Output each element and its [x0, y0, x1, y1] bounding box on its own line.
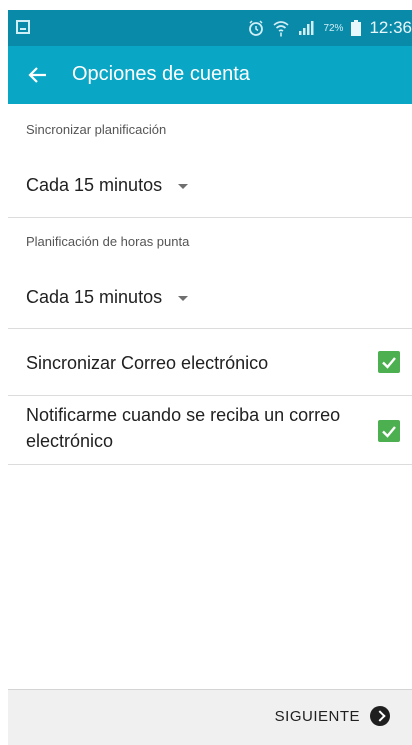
battery-percent: 72%	[323, 22, 344, 34]
sync-email-label: Sincronizar Correo electrónico	[26, 353, 269, 373]
notify-email-label: Notificarme cuando se reciba un correo e…	[26, 405, 341, 451]
page-title: Opciones de cuenta	[72, 63, 250, 85]
sync-schedule-dropdown[interactable]: Cada 15 minutos	[26, 167, 189, 203]
dropdown-arrow-icon	[178, 183, 189, 189]
signal-icon	[299, 21, 314, 35]
checkmark-icon	[382, 426, 396, 438]
divider	[8, 217, 412, 218]
status-icons: 72% 12:36	[247, 10, 412, 46]
status-bar: 72% 12:36	[8, 10, 412, 46]
screenshot-icon	[16, 20, 30, 34]
peak-schedule-dropdown[interactable]: Cada 15 minutos	[26, 279, 189, 315]
wifi-icon	[273, 21, 289, 37]
app-bar: Opciones de cuenta	[8, 46, 412, 104]
status-time: 12:36	[369, 18, 412, 37]
arrow-back-icon[interactable]	[26, 63, 50, 87]
notify-email-row[interactable]: Notificarme cuando se reciba un correo e…	[8, 396, 412, 464]
sync-schedule-label: Sincronizar planificación	[26, 122, 167, 137]
checkmark-icon	[382, 357, 396, 369]
bottom-bar: SIGUIENTE	[8, 689, 412, 745]
screen: 72% 12:36 Opciones de cuenta Sincronizar…	[8, 10, 412, 745]
chevron-right-circle-icon	[370, 706, 390, 726]
alarm-icon	[249, 20, 264, 36]
peak-schedule-value: Cada 15 minutos	[26, 286, 163, 307]
peak-schedule-label: Planificación de horas punta	[26, 234, 190, 249]
next-button[interactable]: SIGUIENTE	[275, 706, 390, 726]
notify-email-checkbox[interactable]	[378, 420, 400, 442]
sync-email-row[interactable]: Sincronizar Correo electrónico	[8, 329, 412, 395]
next-label: SIGUIENTE	[274, 707, 360, 725]
dropdown-arrow-icon	[178, 295, 189, 301]
battery-icon	[351, 20, 362, 36]
sync-schedule-value: Cada 15 minutos	[26, 174, 163, 195]
divider	[8, 464, 412, 465]
sync-email-checkbox[interactable]	[378, 351, 400, 373]
